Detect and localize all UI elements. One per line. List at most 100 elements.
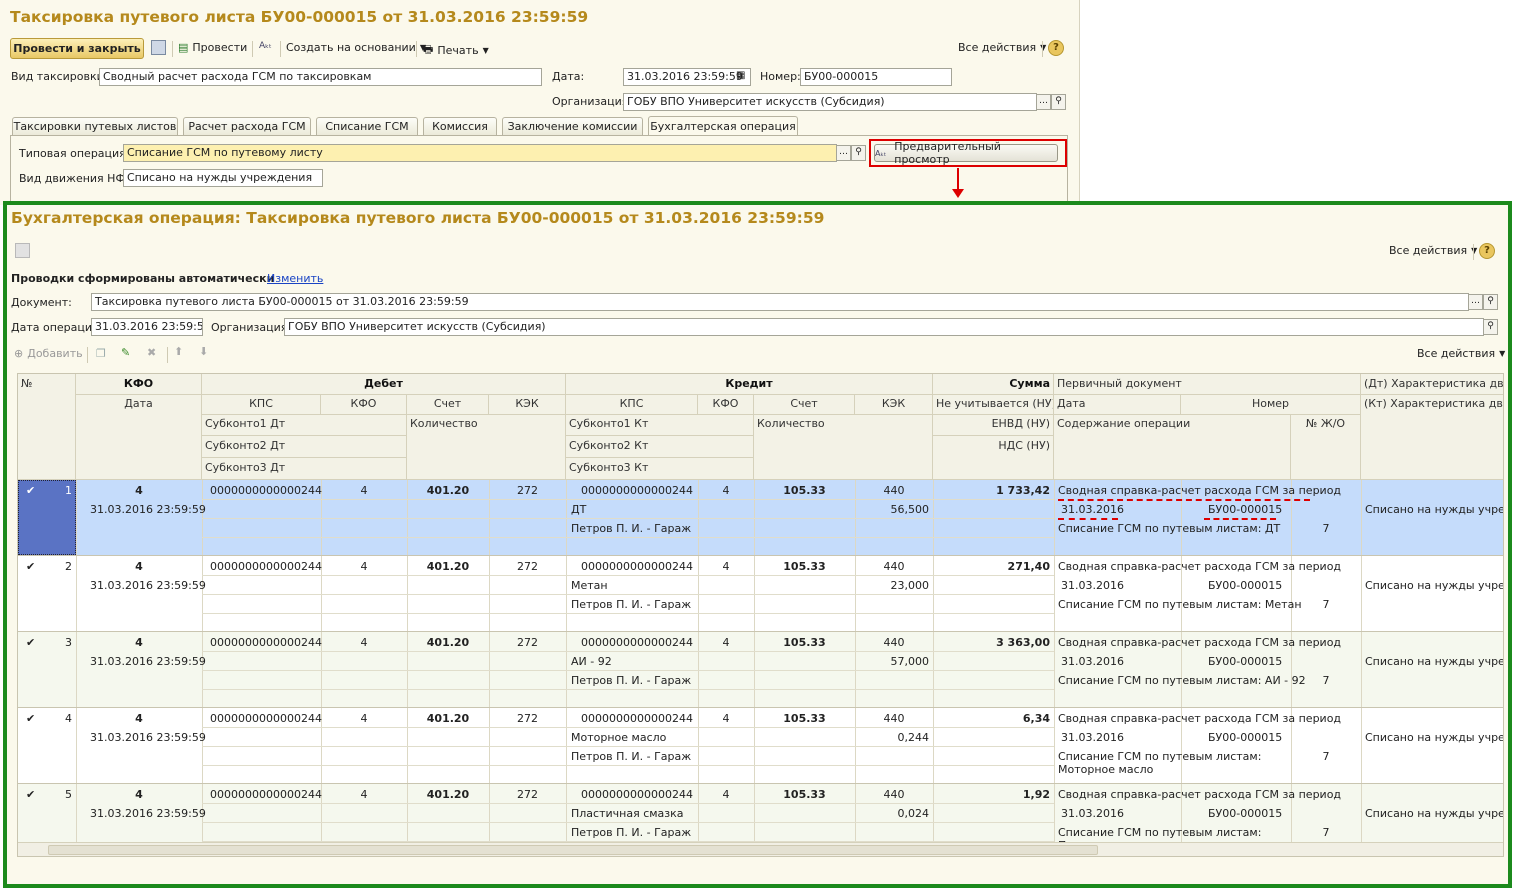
all-actions-menu[interactable]: Все действия ▼ [1389,244,1477,257]
table-row[interactable]: ✔ 3 4 31.03.2016 23:59:59 0000000000000244 4 4… [18,632,1503,708]
arrow-line [957,168,959,190]
col-content[interactable]: Содержание операции [1054,414,1291,480]
col-sub1kt[interactable]: Субконто1 Кт [566,414,754,436]
col-sub2dt[interactable]: Субконто2 Дт [202,436,407,458]
operation-date-field[interactable]: 31.03.2016 23:59:59 [91,318,203,336]
movements-icon[interactable]: Aₖₜ [259,41,272,51]
copy-icon[interactable]: ❐ [96,347,106,360]
document-field[interactable]: Таксировка путевого листа БУ00-000015 от… [91,293,1469,311]
row-kkek: 440 [883,560,905,573]
calendar-icon[interactable]: ▦ [736,70,745,81]
row-jo: 7 [1322,826,1330,839]
scrollbar-thumb[interactable] [48,845,1098,855]
col-debet[interactable]: Дебет [202,374,566,395]
row-kschet: 105.33 [783,636,826,649]
search-icon[interactable]: ⚲ [1051,94,1066,110]
row-dschet: 401.20 [426,560,470,573]
col-perv-doc[interactable]: Первичный документ [1054,374,1361,395]
nfa-label: Вид движения НФА: [19,172,137,185]
delete-icon[interactable]: ✖ [147,346,156,359]
row-dkps: 0000000000000244 [210,484,322,497]
col-sub3dt[interactable]: Субконто3 Дт [202,458,407,480]
col-kschet[interactable]: Счет [754,394,855,415]
edit-icon[interactable]: ✎ [121,346,130,359]
table-row[interactable]: ✔ 4 4 31.03.2016 23:59:59 0000000000000244 4 4… [18,708,1503,784]
col-kqty[interactable]: Количество [754,414,933,480]
col-dkps[interactable]: КПС [202,394,321,415]
col-envd[interactable]: ЕНВД (НУ) [933,414,1054,436]
post-button[interactable]: ▤ Провести [178,41,247,54]
add-button[interactable]: ⊕ Добавить [14,347,83,360]
org-label: Организация: [552,95,633,108]
vid-taksirovki-field[interactable]: Сводный расчет расхода ГСМ по таксировка… [99,68,542,86]
col-sub2kt[interactable]: Субконто2 Кт [566,436,754,458]
save-icon[interactable] [151,40,166,55]
col-kkfo[interactable]: КФО [698,394,754,415]
create-basis-menu[interactable]: Создать на основании ▼ [286,41,426,54]
table-row[interactable]: ✔ 1 4 31.03.2016 23:59:59 0000000000000244 4 4… [18,480,1503,556]
number-field[interactable]: БУ00-000015 [800,68,952,86]
col-dschet[interactable]: Счет [407,394,489,415]
save-icon[interactable] [15,243,30,258]
organization-field[interactable]: ГОБУ ВПО Университет искусств (Субсидия) [623,93,1037,111]
move-up-icon[interactable]: ⬆ [174,345,183,358]
col-pnum[interactable]: Номер [1181,394,1361,415]
col-dkek[interactable]: КЭК [489,394,566,415]
nfa-movement-field[interactable]: Списано на нужды учреждения [123,169,323,187]
row-jo: 7 [1322,522,1330,535]
col-kt-char[interactable]: (Кт) Характеристика движе [1361,394,1503,480]
date-field[interactable]: 31.03.2016 23:59:59 [623,68,751,86]
help-icon[interactable]: ? [1479,243,1495,259]
select-button[interactable]: … [1468,294,1483,310]
col-kkek[interactable]: КЭК [855,394,933,415]
post-and-close-button[interactable]: Провести и закрыть [10,38,144,59]
col-pdate[interactable]: Дата [1054,394,1181,415]
search-icon[interactable]: ⚲ [851,145,866,161]
table-row[interactable]: ✔ 2 4 31.03.2016 23:59:59 0000000000000244 4 4… [18,556,1503,632]
col-jo[interactable]: № Ж/О [1291,414,1361,480]
row-kkfo: 4 [722,712,730,725]
organization-field[interactable]: ГОБУ ВПО Университет искусств (Субсидия) [284,318,1484,336]
col-date[interactable]: Дата [76,394,202,480]
row-kkps: 0000000000000244 [581,788,693,801]
tab-zaklyuchenie[interactable]: Заключение комиссии [502,117,643,135]
help-icon[interactable]: ? [1048,40,1064,56]
row-check-icon: ✔ [26,484,36,497]
col-kkps[interactable]: КПС [566,394,698,415]
row-dkfo: 4 [360,484,368,497]
row-content: Списание ГСМ по путевым листам: ДТ [1058,522,1281,535]
col-dt-char[interactable]: (Дт) Характеристика движе [1361,374,1503,395]
row-kschet: 105.33 [783,560,826,573]
col-dqty[interactable]: Количество [407,414,566,480]
select-button[interactable]: … [836,145,851,161]
select-button[interactable]: … [1036,94,1051,110]
preview-button[interactable]: Aₖₜ Предварительный просмотр [874,140,1058,166]
table-all-actions-menu[interactable]: Все действия ▼ [1417,347,1505,360]
opdate-label: Дата операции: [11,321,103,334]
col-kfo[interactable]: КФО [76,374,202,395]
col-nds[interactable]: НДС (НУ) [933,436,1054,480]
search-icon[interactable]: ⚲ [1483,319,1498,335]
search-icon[interactable]: ⚲ [1483,294,1498,310]
row-kschet: 105.33 [783,788,826,801]
col-ne-uch[interactable]: Не учитывается (НУ) [933,394,1054,415]
col-dkfo[interactable]: КФО [321,394,407,415]
tab-taksirovki[interactable]: Таксировки путевых листов [12,117,178,135]
typical-operation-field[interactable]: Списание ГСМ по путевому листу [123,144,837,162]
horizontal-scrollbar[interactable] [18,842,1503,856]
col-num[interactable]: № [18,374,76,480]
col-sub3kt[interactable]: Субконто3 Кт [566,458,754,480]
print-menu[interactable]: 🖶 Печать ▼ [423,41,489,60]
tab-komissiya[interactable]: Комиссия [423,117,497,135]
auto-entries-label: Проводки сформированы автоматически [11,272,275,285]
row-perv-doc: Сводная справка-расчет расхода ГСМ за пе… [1058,484,1342,497]
all-actions-menu[interactable]: Все действия ▼ [958,41,1046,54]
tab-buh-operaciya[interactable]: Бухгалтерская операция [648,116,798,136]
move-down-icon[interactable]: ⬇ [199,345,208,358]
col-kredit[interactable]: Кредит [566,374,933,395]
col-sub1dt[interactable]: Субконто1 Дт [202,414,407,436]
tab-spisanie[interactable]: Списание ГСМ [316,117,418,135]
change-link[interactable]: Изменить [267,272,323,285]
col-summa[interactable]: Сумма [933,374,1054,395]
tab-raschet[interactable]: Расчет расхода ГСМ [183,117,311,135]
